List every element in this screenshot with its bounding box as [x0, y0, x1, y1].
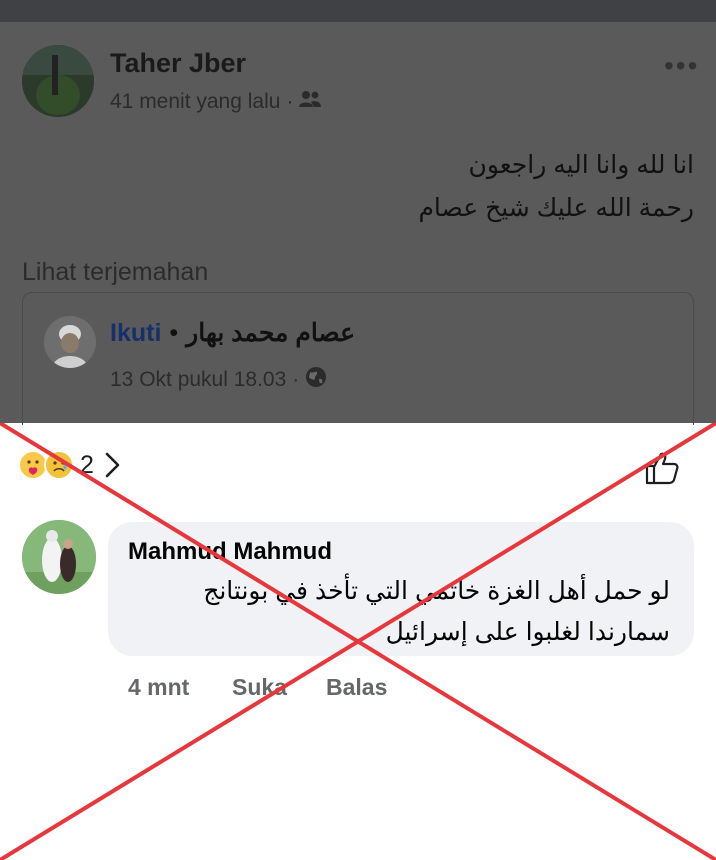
comment-time[interactable]: 4 mnt: [128, 674, 189, 701]
shared-time[interactable]: 13 Okt pukul 18.03: [110, 368, 286, 392]
like-comment-button[interactable]: Suka: [232, 674, 287, 701]
shared-meta: 13 Okt pukul 18.03 ·: [110, 366, 327, 394]
shared-author-avatar[interactable]: [44, 316, 96, 368]
sad-icon: [44, 450, 74, 480]
globe-icon: [305, 366, 327, 394]
shared-meta-separator: ·: [292, 368, 300, 391]
more-options-button[interactable]: •••: [664, 50, 699, 82]
chevron-right-icon[interactable]: [100, 450, 124, 480]
post-author-name[interactable]: Taher Jber: [110, 48, 246, 79]
post-text-line-2: رحمة الله عليك شيخ عصام: [418, 194, 694, 222]
post-meta: 41 menit yang lalu ·: [110, 90, 322, 114]
comment-text-line-2: سمارندا لغلبوا على إسرائيل: [385, 618, 670, 646]
shared-author-name[interactable]: عصام محمد بهار: [186, 318, 355, 348]
post-time[interactable]: 41 menit yang lalu: [110, 90, 280, 114]
post-author-avatar[interactable]: [22, 45, 94, 117]
commenter-avatar[interactable]: [22, 520, 96, 594]
reaction-count[interactable]: 2: [80, 451, 94, 480]
meta-separator: ·: [286, 90, 294, 113]
shared-post-frame[interactable]: [22, 292, 694, 425]
follow-button[interactable]: Ikuti: [110, 319, 161, 348]
comment-author-name[interactable]: Mahmud Mahmud: [128, 538, 332, 566]
comment-text-line-1: لو حمل أهل الغزة خاتمي التي تأخذ في بونت…: [203, 577, 670, 605]
top-bar: [0, 0, 716, 22]
shared-header: Ikuti • عصام محمد بهار: [110, 318, 355, 348]
reply-button[interactable]: Balas: [326, 674, 387, 701]
see-translation-link[interactable]: Lihat terjemahan: [22, 258, 208, 287]
friends-icon: [299, 90, 322, 114]
reactions-summary[interactable]: 2: [18, 450, 124, 480]
shared-separator: •: [169, 318, 179, 347]
thumbs-up-icon[interactable]: [644, 450, 680, 486]
post-text-line-1: انا لله وانا اليه راجعون: [468, 151, 694, 179]
